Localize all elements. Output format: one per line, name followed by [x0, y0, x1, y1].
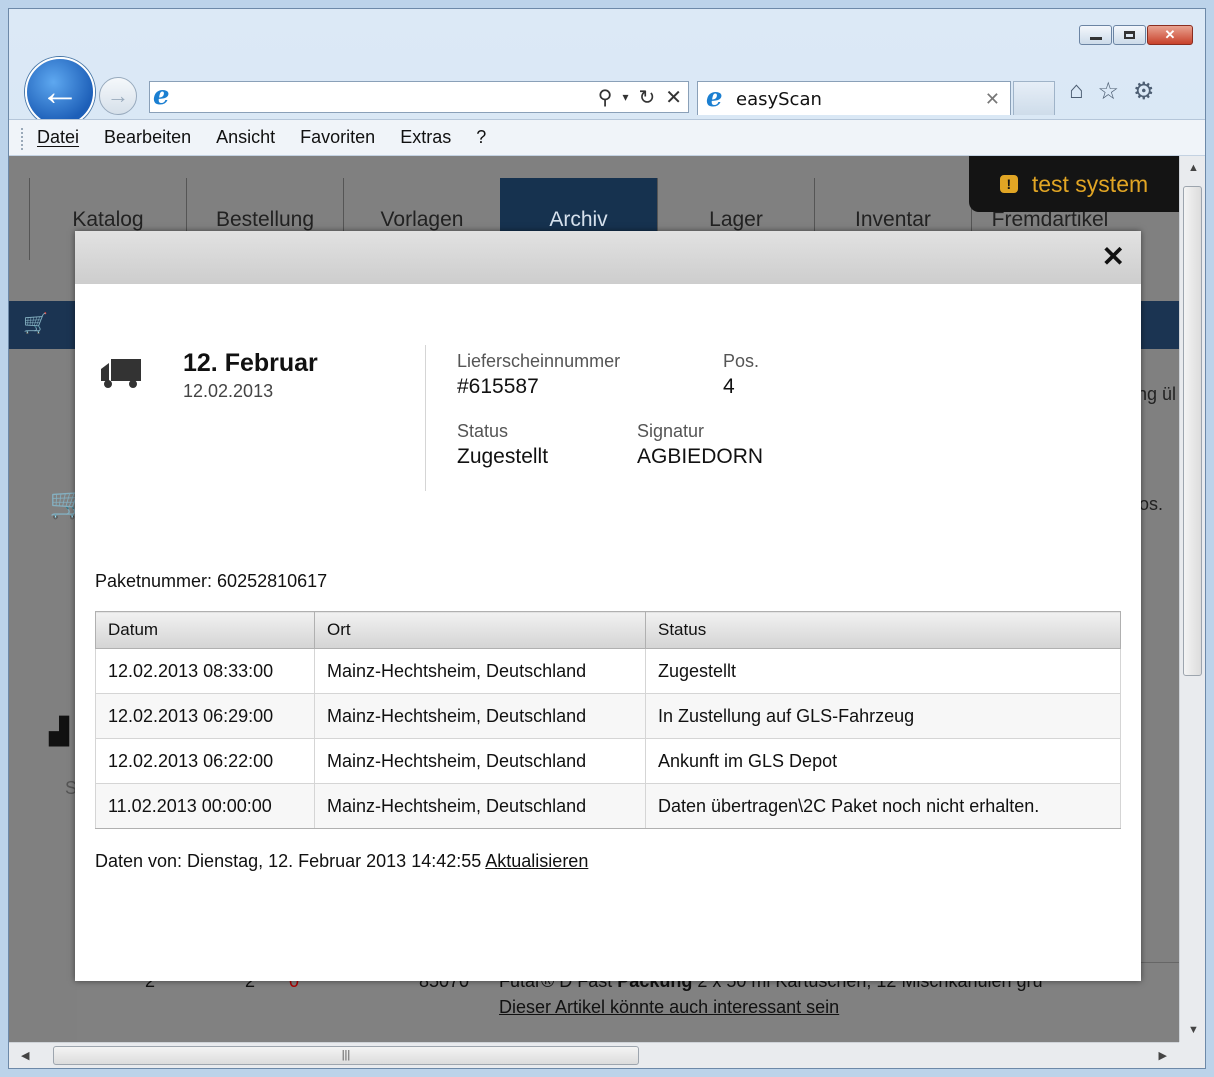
address-tools: ⚲ ▾ ↻ ✕: [598, 85, 682, 110]
signatur-value: AGBIEDORN: [637, 445, 764, 468]
minimize-icon: [1089, 36, 1102, 40]
refresh-link[interactable]: Aktualisieren: [485, 851, 588, 871]
signatur-label: Signatur: [637, 421, 705, 441]
cell-datum: 11.02.2013 00:00:00: [95, 783, 315, 829]
window-close-button[interactable]: ✕: [1147, 25, 1193, 45]
address-bar[interactable]: e ⚲ ▾ ↻ ✕: [149, 81, 689, 113]
dropdown-icon[interactable]: ▾: [622, 90, 628, 110]
cell-status: In Zustellung auf GLS-Fahrzeug: [645, 693, 1121, 739]
ie-logo-icon: e: [153, 81, 170, 111]
shipment-date: 12.02.2013: [183, 381, 274, 401]
cell-datum: 12.02.2013 08:33:00: [95, 648, 315, 694]
dialog-close-button[interactable]: ✕: [1102, 243, 1125, 271]
gear-icon[interactable]: ⚙: [1133, 77, 1155, 106]
cell-datum: 12.02.2013 06:29:00: [95, 693, 315, 739]
pos-label: Pos.: [723, 351, 760, 371]
cell-status: Ankunft im GLS Depot: [645, 738, 1121, 784]
truck-icon: ▟: [49, 716, 69, 746]
menu-extras[interactable]: Extras: [400, 127, 451, 148]
close-icon: ✕: [1164, 27, 1176, 42]
table-row: 12.02.2013 08:33:00 Mainz-Hechtsheim, De…: [95, 648, 1121, 694]
window-caption-buttons: ✕: [1079, 25, 1193, 45]
ie-logo-icon: e: [706, 83, 723, 113]
maximize-button[interactable]: [1113, 25, 1146, 45]
cell-ort: Mainz-Hechtsheim, Deutschland: [314, 738, 646, 784]
home-icon[interactable]: ⌂: [1069, 77, 1084, 106]
menu-bearbeiten[interactable]: Bearbeiten: [104, 127, 191, 148]
table-row: 12.02.2013 06:22:00 Mainz-Hechtsheim, De…: [95, 738, 1121, 784]
column-header-datum: Datum: [95, 611, 315, 649]
bg-text-fragment: ng ül: [1137, 384, 1177, 404]
cell-datum: 12.02.2013 06:22:00: [95, 738, 315, 784]
warning-icon: !: [999, 175, 1018, 193]
data-timestamp: Daten von: Dienstag, 12. Februar 2013 14…: [95, 851, 588, 872]
refresh-icon[interactable]: ↻: [638, 85, 655, 110]
lieferschein-value: #615587: [457, 375, 539, 398]
cell-ort: Mainz-Hechtsheim, Deutschland: [314, 783, 646, 829]
cell-ort: Mainz-Hechtsheim, Deutschland: [314, 693, 646, 739]
maximize-icon: [1124, 31, 1135, 39]
favorites-star-icon[interactable]: ☆: [1098, 77, 1120, 106]
column-header-status: Status: [645, 611, 1121, 649]
vertical-scroll-thumb[interactable]: [1183, 186, 1202, 676]
new-tab-button[interactable]: [1013, 81, 1055, 115]
menu-bar: Datei Bearbeiten Ansicht Favoriten Extra…: [9, 119, 1205, 156]
cart-icon: 🛒: [23, 313, 48, 335]
test-system-label: test system: [1031, 170, 1149, 197]
status-value: Zugestellt: [457, 445, 549, 468]
table-header-row: Datum Ort Status: [95, 611, 1121, 649]
menu-favoriten[interactable]: Favoriten: [300, 127, 375, 148]
menu-ansicht[interactable]: Ansicht: [216, 127, 275, 148]
browser-window: ✕ ← → e ⚲ ▾ ↻ ✕ e easyScan ✕ ⌂ ☆ ⚙ Datei…: [8, 8, 1206, 1069]
browser-tab[interactable]: e easyScan ✕: [697, 81, 1011, 115]
scrollbar-corner: [1179, 1042, 1205, 1068]
forward-arrow-icon: →: [107, 83, 129, 108]
pos-value: 4: [723, 375, 735, 398]
lieferschein-label: Lieferscheinnummer: [457, 351, 621, 371]
status-label: Status: [457, 421, 509, 441]
scroll-down-icon[interactable]: ▼: [1188, 1024, 1199, 1036]
bg-text-fragment: os.: [1139, 494, 1164, 514]
scroll-up-icon[interactable]: ▲: [1188, 162, 1199, 174]
menu-help[interactable]: ?: [476, 127, 486, 148]
forward-button[interactable]: →: [99, 77, 137, 115]
minimize-button[interactable]: [1079, 25, 1112, 45]
horizontal-scrollbar[interactable]: ◀ ||| ▶: [9, 1042, 1179, 1068]
menu-datei[interactable]: Datei: [37, 127, 79, 148]
table-row: 11.02.2013 00:00:00 Mainz-Hechtsheim, De…: [95, 783, 1121, 829]
tracking-table: Datum Ort Status 12.02.2013 08:33:00 Mai…: [95, 611, 1121, 829]
divider: [425, 345, 426, 491]
vertical-scrollbar[interactable]: ▲ ▼: [1179, 156, 1205, 1042]
cell-status: Zugestellt: [645, 648, 1121, 694]
tracking-dialog: ✕ 12. Februar 12.02.2013 Lieferscheinnum…: [75, 231, 1141, 981]
tab-close-icon[interactable]: ✕: [985, 89, 1000, 110]
related-article-link[interactable]: Dieser Artikel könnte auch interessant s…: [499, 997, 839, 1018]
timestamp-text: Daten von: Dienstag, 12. Februar 2013 14…: [95, 851, 486, 871]
horizontal-scroll-thumb[interactable]: |||: [53, 1046, 639, 1065]
browser-toolbar-icons: ⌂ ☆ ⚙: [1069, 77, 1155, 106]
cell-status: Daten übertragen\2C Paket noch nicht erh…: [645, 783, 1121, 829]
menu-grip: [21, 128, 26, 150]
dialog-header: ✕: [75, 231, 1141, 284]
column-header-ort: Ort: [314, 611, 646, 649]
scroll-left-icon[interactable]: ◀: [21, 1049, 29, 1062]
shipment-date-title: 12. Februar: [183, 349, 318, 377]
package-number: Paketnummer: 60252810617: [95, 571, 328, 591]
cell-ort: Mainz-Hechtsheim, Deutschland: [314, 648, 646, 694]
back-arrow-icon: ←: [40, 69, 80, 114]
back-button[interactable]: ←: [25, 57, 95, 127]
tab-title: easyScan: [736, 89, 822, 110]
scroll-right-icon[interactable]: ▶: [1159, 1049, 1167, 1062]
test-system-badge: ! test system: [969, 156, 1179, 212]
search-icon[interactable]: ⚲: [598, 85, 613, 110]
truck-icon: [101, 359, 141, 388]
stop-icon[interactable]: ✕: [665, 85, 682, 110]
table-row: 12.02.2013 06:29:00 Mainz-Hechtsheim, De…: [95, 693, 1121, 739]
